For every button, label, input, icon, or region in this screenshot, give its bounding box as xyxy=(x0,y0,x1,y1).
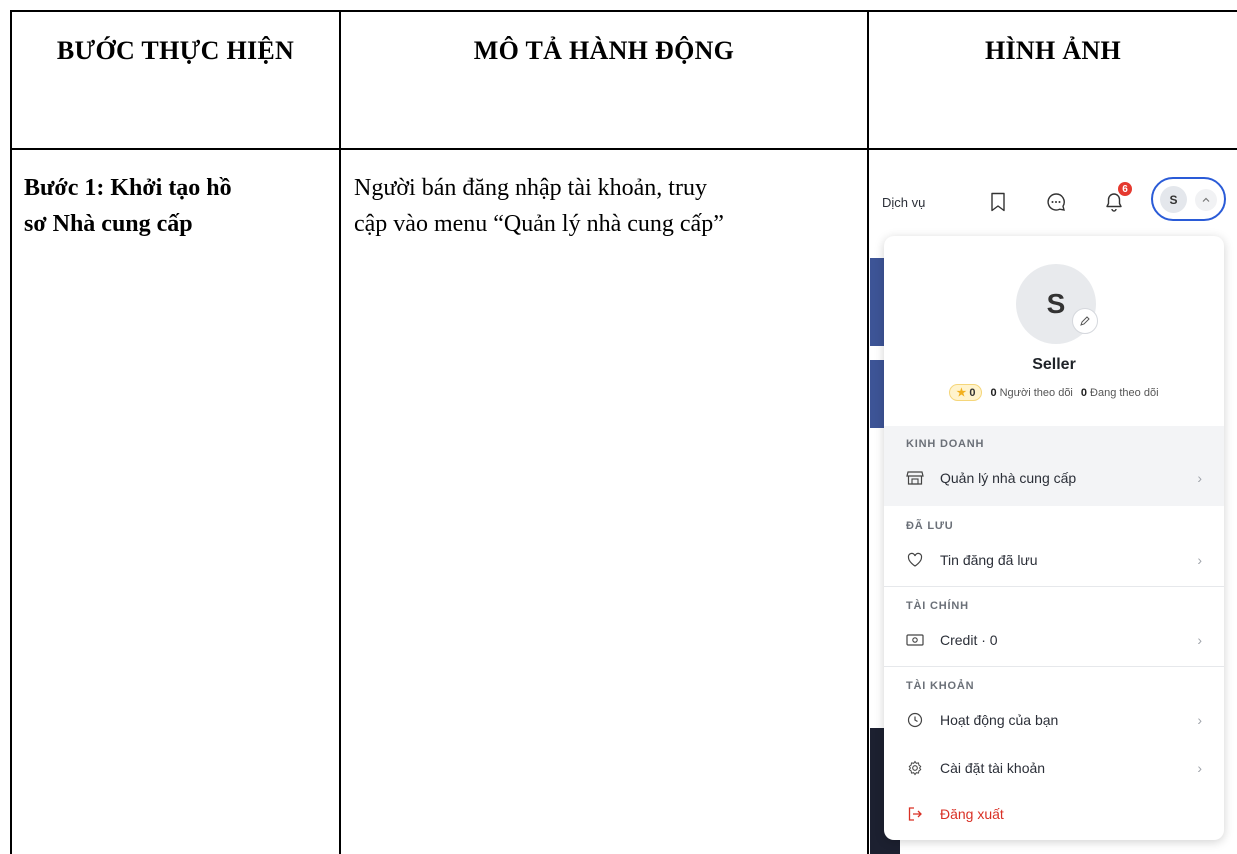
account-menu-screenshot: Dịch vụ 6 S S Seller ★ 0 0 Người theo dõ… xyxy=(870,160,1237,854)
section-title-finance: TÀI CHÍNH xyxy=(906,600,969,612)
clock-icon xyxy=(906,711,924,729)
menu-item-label: Tin đăng đã lưu xyxy=(940,552,1038,568)
logout-button[interactable]: Đăng xuất xyxy=(884,796,1224,832)
column-divider-1 xyxy=(339,10,341,854)
bookmark-icon[interactable] xyxy=(986,190,1010,214)
divider xyxy=(884,666,1224,667)
section-title-saved: ĐÃ LƯU xyxy=(906,520,954,532)
business-section: KINH DOANH Quản lý nhà cung cấp › xyxy=(884,426,1224,506)
user-menu-button[interactable]: S xyxy=(1151,177,1226,221)
description-cell: Người bán đăng nhập tài khoản, truy cập … xyxy=(354,170,724,242)
saved-section: ĐÃ LƯU Tin đăng đã lưu › xyxy=(884,508,1224,586)
menu-item-saved-listings[interactable]: Tin đăng đã lưu › xyxy=(884,542,1224,578)
header-row-border xyxy=(10,148,1237,150)
menu-item-label: Quản lý nhà cung cấp xyxy=(940,470,1077,486)
chevron-right-icon: › xyxy=(1197,712,1202,728)
section-title-account: TÀI KHOẢN xyxy=(906,680,975,692)
chevron-up-icon xyxy=(1195,189,1217,211)
menu-item-label: Hoạt động của bạn xyxy=(940,712,1059,728)
chevron-right-icon: › xyxy=(1197,552,1202,568)
logout-label: Đăng xuất xyxy=(940,806,1004,822)
menu-item-activity[interactable]: Hoạt động của bạn › xyxy=(884,702,1224,738)
star-icon: ★ xyxy=(956,387,967,399)
account-dropdown-menu: S Seller ★ 0 0 Người theo dõi 0 Đang the… xyxy=(884,236,1224,840)
profile-name: Seller xyxy=(1032,356,1076,373)
chevron-right-icon: › xyxy=(1197,760,1202,776)
rating-badge: ★ 0 xyxy=(949,384,983,401)
following-label[interactable]: Đang theo dõi xyxy=(1090,387,1159,399)
chat-icon[interactable] xyxy=(1044,190,1068,214)
step-line-2: sơ Nhà cung cấp xyxy=(24,211,193,237)
header-step: BƯỚC THỰC HIỆN xyxy=(56,36,295,65)
avatar: S xyxy=(1160,186,1187,213)
money-icon xyxy=(906,631,924,649)
heart-icon xyxy=(906,551,924,569)
step-line-1: Bước 1: Khởi tạo hồ xyxy=(24,175,232,201)
finance-section: TÀI CHÍNH Credit · 0 › xyxy=(884,588,1224,666)
pencil-icon xyxy=(1080,316,1090,326)
account-section: TÀI KHOẢN Hoạt động của bạn › Cài đặt tà… xyxy=(884,668,1224,838)
logout-icon xyxy=(906,805,924,823)
service-menu-link[interactable]: Dịch vụ xyxy=(882,195,925,210)
chevron-right-icon: › xyxy=(1197,632,1202,648)
menu-item-label: Credit · 0 xyxy=(940,632,998,648)
notification-badge: 6 xyxy=(1116,180,1134,198)
chevron-right-icon: › xyxy=(1197,470,1202,486)
menu-item-label: Cài đặt tài khoản xyxy=(940,760,1046,776)
step-cell: Bước 1: Khởi tạo hồ sơ Nhà cung cấp xyxy=(24,170,232,242)
menu-item-credit[interactable]: Credit · 0 › xyxy=(884,622,1224,658)
divider xyxy=(884,586,1224,587)
store-icon xyxy=(906,469,924,487)
menu-item-supplier-management[interactable]: Quản lý nhà cung cấp › xyxy=(884,460,1224,496)
following-count: 0 xyxy=(1080,386,1088,399)
gear-icon xyxy=(906,759,924,777)
table-left-border xyxy=(10,10,12,854)
column-divider-2 xyxy=(867,10,869,854)
table-top-border xyxy=(10,10,1237,12)
profile-stats: ★ 0 0 Người theo dõi 0 Đang theo dõi xyxy=(884,384,1224,401)
followers-label[interactable]: Người theo dõi xyxy=(1000,387,1073,399)
description-line-2: cập vào menu “Quản lý nhà cung cấp” xyxy=(354,211,724,237)
edit-avatar-button[interactable] xyxy=(1072,308,1098,334)
description-line-1: Người bán đăng nhập tài khoản, truy xyxy=(354,175,707,201)
followers-count: 0 xyxy=(990,386,997,399)
header-description: MÔ TẢ HÀNH ĐỘNG xyxy=(473,36,735,65)
rating-value: 0 xyxy=(969,386,976,399)
section-title-business: KINH DOANH xyxy=(906,438,985,450)
menu-item-account-settings[interactable]: Cài đặt tài khoản › xyxy=(884,750,1224,786)
header-image: HÌNH ẢNH xyxy=(984,36,1122,65)
